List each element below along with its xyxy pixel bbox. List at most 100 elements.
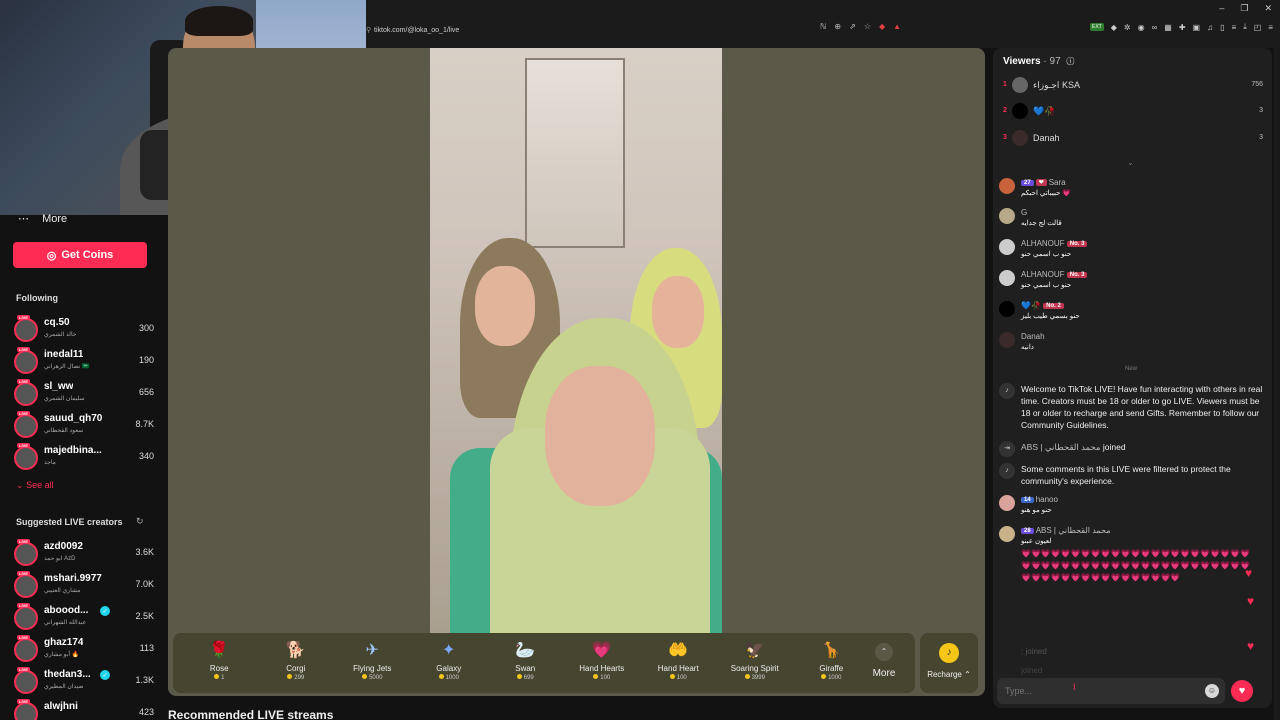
address-url: tiktok.com/@loka_oo_1/live	[374, 26, 460, 34]
refresh-icon[interactable]: ↻	[136, 516, 144, 527]
address-bar-actions: ℕ ⊕ ⇗ ☆ ◆ ▲	[820, 22, 901, 31]
zoom-icon[interactable]: ⊕	[834, 22, 841, 31]
warning-icon[interactable]: ▲	[893, 22, 901, 31]
suggested-item[interactable]: LIVE ghaz174 أبو مشاري 🔥 113	[14, 635, 154, 664]
brave-shield-icon[interactable]: ◆	[879, 22, 885, 31]
avatar	[14, 414, 38, 438]
swan-icon: 🦢	[515, 642, 536, 659]
recharge-button[interactable]: ♪ Recharge ⌃	[920, 633, 978, 693]
extension-puzzle-icon[interactable]: ✚	[1179, 23, 1186, 32]
rank-badge: No. 3	[1066, 240, 1088, 247]
following-item[interactable]: LIVE sl_ww سليمان الشمري 656	[14, 379, 154, 408]
get-coins-button[interactable]: ◎ Get Coins	[13, 242, 147, 268]
restore-icon[interactable]: ❐	[1240, 3, 1248, 14]
top-viewer-row[interactable]: 1 اجـوزاء KSA 756	[1003, 77, 1263, 95]
viewer-count: 656	[138, 387, 154, 397]
gift-price: 100	[564, 674, 641, 681]
level-badge: 14	[1021, 496, 1034, 503]
gift-galaxy[interactable]: ✦ Galaxy 1000	[411, 633, 488, 693]
comment-text: حبيباتي احبكم 💗	[1021, 190, 1072, 197]
gift-price-value: 1	[221, 675, 225, 681]
close-icon[interactable]: ✕	[1264, 3, 1272, 14]
coin-icon	[516, 674, 522, 679]
gift-price: 1000	[411, 674, 488, 681]
extension-gear-icon[interactable]: ✲	[1124, 23, 1131, 32]
corgi-icon: 🐕	[285, 642, 306, 659]
viewers-count: 97	[1049, 56, 1061, 67]
account-subtitle: سعود القحطاني	[44, 428, 84, 434]
following-item[interactable]: LIVE majedbina... ماجد 340	[14, 443, 154, 472]
translate-icon[interactable]: ℕ	[820, 22, 826, 31]
download-icon[interactable]: ⤓	[1243, 22, 1247, 32]
top-viewer-row[interactable]: 3 Danah 3	[1003, 130, 1263, 148]
live-video[interactable]	[430, 48, 722, 633]
see-all-link[interactable]: ⌄ See all	[16, 480, 54, 491]
comment-input-box[interactable]: ☺	[997, 678, 1225, 704]
gift-soaring-spirit[interactable]: 🦅 Soaring Spirit 3999	[717, 633, 794, 693]
minimize-icon[interactable]: –	[1219, 3, 1224, 14]
suggested-item[interactable]: LIVE mshari.9977 مشاري العتيبي 7.0K	[14, 571, 154, 600]
tune-icon[interactable]: ⚲	[366, 26, 374, 34]
expand-viewers-icon[interactable]: ⌄	[1127, 158, 1134, 167]
gift-corgi[interactable]: 🐕 Corgi 299	[258, 633, 335, 693]
coin-icon: ◎	[46, 249, 57, 262]
sidebar-more[interactable]: ⋯ More	[18, 212, 67, 225]
more-gifts-button[interactable]: ⌃ More	[868, 641, 900, 679]
following-item[interactable]: LIVE cq.50 خالد الشمري 300	[14, 315, 154, 344]
account-subtitle: مشاري العتيبي	[44, 588, 81, 594]
viewer-count: 190	[138, 355, 154, 365]
following-item[interactable]: LIVE sauud_qh70 سعود القحطاني 8.7K	[14, 411, 154, 440]
extension-diamond-icon[interactable]: ◆	[1111, 23, 1117, 32]
gift-name: Soaring Spirit	[730, 664, 779, 673]
share-icon[interactable]: ⇗	[849, 22, 856, 31]
live-stream-stage[interactable]	[168, 48, 985, 696]
sidebar-toggle-icon[interactable]: ▯	[1220, 23, 1224, 32]
info-icon[interactable]: ⓘ	[1066, 57, 1074, 66]
page-scrollbar[interactable]	[1274, 48, 1280, 720]
gift-name: Rose	[209, 664, 229, 673]
gift-price: 100	[640, 674, 717, 681]
gift-hand-hearts[interactable]: 💗 Hand Hearts 100	[564, 633, 641, 693]
comment-author: G	[1021, 208, 1028, 217]
star-icon[interactable]: ☆	[864, 22, 871, 31]
viewer-count: 8.7K	[135, 419, 154, 429]
gift-flying-jets[interactable]: ✈ Flying Jets 5000	[334, 633, 411, 693]
viewer-count: 423	[138, 707, 154, 717]
gift-swan[interactable]: 🦢 Swan 699	[487, 633, 564, 693]
comment-input[interactable]	[1005, 684, 1185, 698]
extension-cart-icon[interactable]: ▣	[1193, 23, 1201, 32]
gift-rose[interactable]: 🌹 Rose 1	[181, 633, 258, 693]
extension-badge[interactable]: EXT	[1090, 23, 1104, 31]
live-badge: LIVE	[17, 411, 30, 416]
suggested-item[interactable]: LIVE alwjhni 423	[14, 699, 154, 720]
emoji-icon[interactable]: ☺	[1205, 684, 1219, 698]
gift-name: Corgi	[286, 664, 306, 673]
live-badge: LIVE	[17, 315, 30, 320]
soaring-spirit-icon: 🦅	[744, 642, 765, 659]
avatar	[1012, 77, 1028, 93]
like-heart-button[interactable]: ♥	[1231, 680, 1253, 702]
top-viewer-row[interactable]: 2 💙🥀 3	[1003, 103, 1263, 121]
gift-price-value: 100	[600, 675, 611, 681]
avatar	[999, 270, 1015, 286]
following-item[interactable]: LIVE inedal11 نضال الزهراني 🇸🇦 190	[14, 347, 154, 376]
gift-price: 3999	[717, 674, 794, 681]
suggested-item[interactable]: LIVE thedan3... ✓ ضيدان المطيري 1.3K	[14, 667, 154, 696]
viewer-rank: 2	[1003, 107, 1007, 114]
comment-author: hanoo	[1035, 495, 1058, 504]
extension-audio-icon[interactable]: ◉	[1138, 23, 1145, 32]
wallet-icon[interactable]: ◰	[1254, 23, 1262, 32]
extension-grid-icon[interactable]: ▦	[1164, 23, 1172, 32]
extension-menu-icon[interactable]: ≡	[1232, 23, 1237, 32]
gift-bar: 🌹 Rose 1 🐕 Corgi 299 ✈ Flying Jets 5000 ✦ Galax…	[173, 633, 915, 693]
more-gifts-label: More	[872, 668, 896, 679]
gift-hand-heart[interactable]: 🤲 Hand Heart 100	[640, 633, 717, 693]
suggested-item[interactable]: LIVE aboood... ✓ عبدالله الشهراني 2.5K	[14, 603, 154, 632]
chevron-up-icon: ⌃	[875, 643, 893, 661]
suggested-item[interactable]: LIVE azd0092 ابو حمد AzD 3.6K	[14, 539, 154, 568]
tiktok-icon: ♪	[999, 383, 1015, 399]
gift-giraffe[interactable]: 🦒 Giraffe 1000	[793, 633, 870, 693]
extension-music-icon[interactable]: ♫	[1207, 23, 1213, 32]
extension-link-icon[interactable]: ∞	[1152, 23, 1158, 32]
menu-icon[interactable]: ≡	[1268, 23, 1273, 32]
